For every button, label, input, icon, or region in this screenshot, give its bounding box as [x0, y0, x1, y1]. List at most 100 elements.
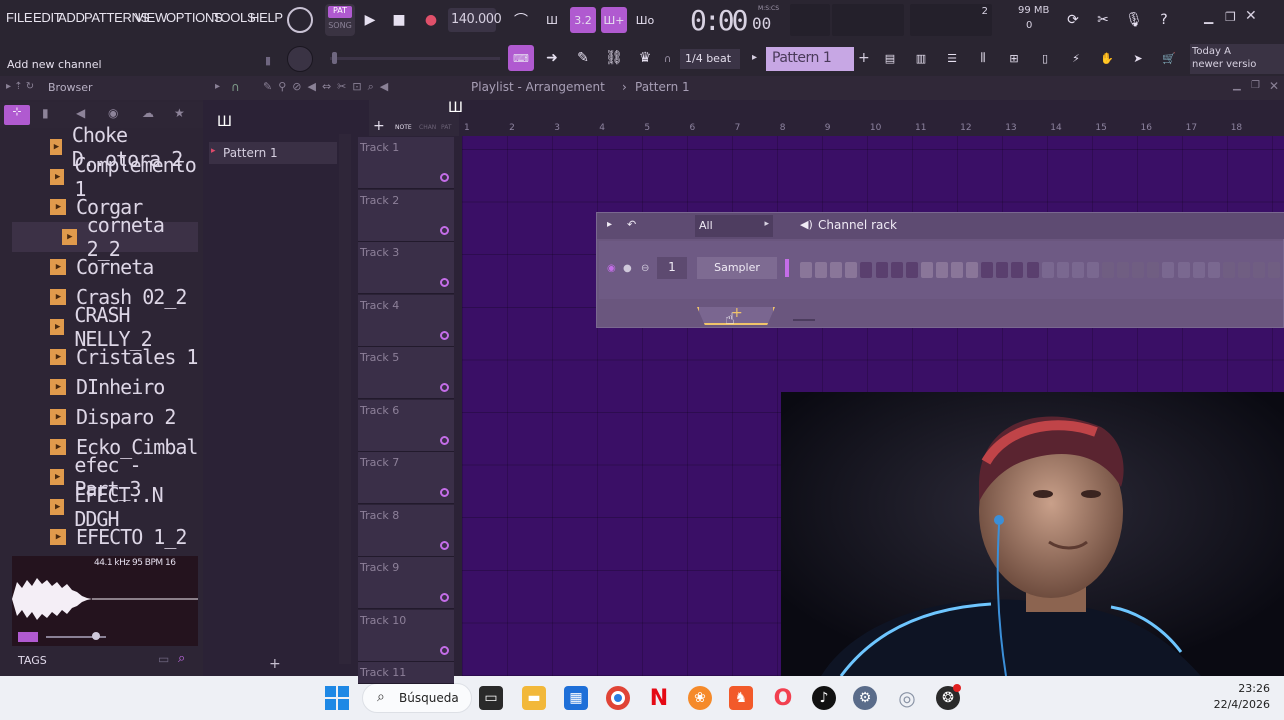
pattern-selector[interactable]: Pattern 1 [766, 47, 854, 71]
track-mute-led[interactable] [440, 225, 449, 235]
step-button[interactable] [830, 262, 843, 278]
pat-song-toggle[interactable]: PAT SONG [325, 4, 355, 36]
track-mute-led[interactable] [440, 330, 449, 340]
blend-button[interactable]: Ш+ [601, 7, 627, 33]
track-header[interactable]: Track 2 [358, 189, 454, 242]
cut-tool-button[interactable]: ✂ [1090, 7, 1116, 33]
undo-history-button[interactable]: ⟳ [1060, 7, 1086, 33]
pencil-tool-button[interactable]: ✎ [570, 45, 596, 71]
add-pattern-list-button[interactable]: + [269, 656, 281, 672]
track-header[interactable]: Track 11 [358, 662, 454, 684]
step-button[interactable] [800, 262, 812, 278]
opera-icon[interactable]: O [771, 686, 795, 711]
add-pattern-button[interactable]: + [858, 50, 870, 66]
playlist-minimize-button[interactable]: ▁ [1233, 80, 1241, 91]
menu-file[interactable]: FILE [6, 10, 33, 25]
browser-all-icon[interactable]: ⊹ [4, 105, 30, 125]
window-close-button[interactable]: ✕ [1245, 8, 1257, 24]
track-header[interactable]: Track 10 [358, 609, 454, 662]
browser-list-item[interactable]: ▶ DInheiro [50, 372, 165, 402]
browser-list-item[interactable]: ▶ EFECT..N DDGH [50, 483, 203, 531]
browser-list-item[interactable]: ▶ Complemento 1 [50, 153, 203, 201]
news-panel[interactable]: Today A newer versio [1190, 44, 1284, 74]
stop-button[interactable]: ■ [386, 7, 412, 33]
step-button[interactable] [1102, 262, 1114, 278]
record-button[interactable]: ● [418, 7, 444, 33]
time-display[interactable]: 0:00 [690, 4, 748, 37]
window-minimize-button[interactable]: ▁ [1204, 10, 1213, 24]
step-button[interactable] [1056, 262, 1069, 278]
mode-chan[interactable]: CHAN [419, 124, 436, 131]
mode-note[interactable]: NOTE [395, 124, 412, 131]
step-button[interactable] [981, 262, 994, 278]
browser-list-item[interactable]: ▶ CRASH NELLY_2 [50, 303, 203, 351]
step-button[interactable] [815, 262, 828, 278]
channel-number[interactable]: 1 [657, 257, 687, 279]
obs-icon[interactable]: ◎ [895, 686, 919, 710]
play-button[interactable]: ▶ [357, 7, 383, 33]
tutorial-button[interactable]: ➤ [1125, 45, 1151, 71]
step-button[interactable] [1086, 262, 1099, 278]
typing-keyboard-button[interactable]: ⌨ [508, 45, 534, 71]
track-header[interactable]: Track 5 [358, 347, 454, 399]
project-button[interactable]: ▯ [1032, 45, 1058, 71]
file-explorer-icon[interactable]: ▬ [522, 686, 546, 710]
preview-volume-handle[interactable] [92, 632, 100, 640]
fl-studio-icon[interactable]: ❀ [688, 686, 712, 710]
chrome-icon[interactable] [606, 686, 630, 710]
step-button[interactable] [920, 262, 933, 278]
step-button[interactable] [1041, 262, 1054, 278]
track-header[interactable]: Track 4 [358, 294, 454, 347]
step-button[interactable] [905, 262, 918, 278]
channel-select-indicator[interactable] [785, 259, 789, 277]
tempo-display[interactable]: 140.000 [448, 8, 502, 32]
channel-filter-select[interactable]: All ▸ [695, 215, 773, 237]
channel-rack-button[interactable]: ☰ [939, 45, 965, 71]
track-mute-led[interactable] [440, 593, 449, 602]
track-header[interactable]: Track 9 [358, 557, 454, 609]
folder-icon[interactable]: ▭ [158, 652, 169, 666]
browser-plugin-icon[interactable]: ◉ [108, 106, 118, 120]
step-button[interactable] [1147, 262, 1160, 278]
precount-button[interactable]: 3.2 [570, 7, 596, 33]
add-channel-button[interactable]: + [697, 307, 775, 325]
brave-icon[interactable]: ♞ [729, 686, 753, 710]
step-button[interactable] [845, 262, 858, 278]
playlist-piano-icon[interactable]: Ш [448, 100, 463, 120]
menu-tools[interactable]: TOOLS [213, 10, 256, 25]
playlist-button[interactable]: ▤ [877, 45, 903, 71]
metronome-button[interactable]: ⌒ [508, 7, 534, 33]
task-view-icon[interactable]: ▭ [479, 686, 503, 710]
windows-start-button[interactable] [325, 686, 349, 710]
channel-mute-led[interactable]: ◉ [607, 263, 616, 274]
pattern-prev-arrow[interactable]: ▸ [752, 52, 757, 63]
browser-list-item[interactable]: ▶ Corneta [50, 252, 154, 282]
track-mute-led[interactable] [440, 278, 449, 287]
add-track-button[interactable]: + [373, 118, 385, 134]
step-button[interactable] [1132, 262, 1145, 278]
step-button[interactable] [996, 262, 1009, 278]
browser-nav-icon[interactable]: ▸ ⇡ ↻ [6, 81, 34, 92]
taskbar-search[interactable]: ⌕ Búsqueda [362, 683, 472, 713]
touch-button[interactable]: ✋ [1094, 45, 1120, 71]
track-mute-led[interactable] [440, 435, 449, 445]
pattern-list-scrollbar[interactable] [339, 134, 351, 664]
track-header[interactable]: Track 1 [358, 137, 454, 189]
step-button[interactable] [966, 262, 979, 278]
track-header[interactable]: Track 7 [358, 452, 454, 504]
playlist-tools-icons[interactable]: ✎⚲⊘◀⇔✂⊡⌕◀ [263, 80, 394, 94]
track-mute-led[interactable] [440, 645, 449, 655]
track-header[interactable]: Track 8 [358, 504, 454, 557]
snap-select[interactable]: 1/4 beat [680, 49, 740, 69]
loop-record-button[interactable]: Шо [632, 7, 658, 33]
browser-star-icon[interactable]: ★ [174, 106, 185, 120]
next-button[interactable]: ➜ [539, 45, 565, 71]
step-button[interactable] [1071, 262, 1084, 278]
browser-sound-icon[interactable]: ◀ [76, 106, 85, 120]
track-header[interactable]: Track 3 [358, 242, 454, 294]
browser-list-item[interactable]: ▶ Cristales 1 [50, 342, 198, 372]
taskbar-clock-date[interactable]: 22/4/2026 [1190, 698, 1270, 711]
step-button[interactable] [1162, 262, 1175, 278]
master-volume-knob[interactable] [287, 7, 313, 33]
pattern-list-item[interactable]: ▸ Pattern 1 [209, 142, 337, 164]
